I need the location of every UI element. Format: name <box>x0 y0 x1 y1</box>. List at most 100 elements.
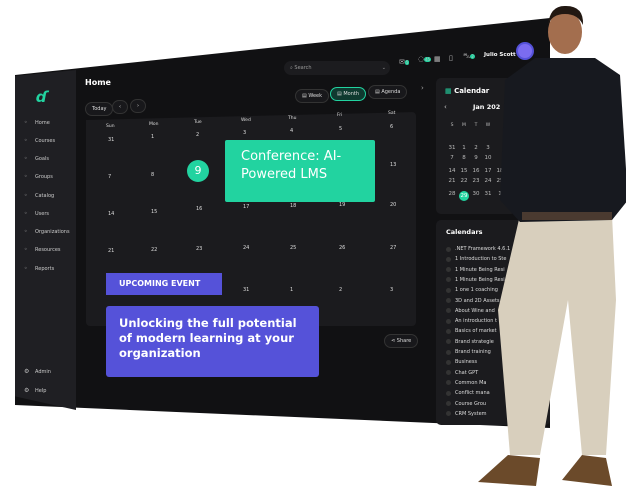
calendar-day[interactable]: 25 <box>290 245 296 251</box>
mini-weekday: M <box>462 123 466 128</box>
mini-day[interactable]: 15 <box>459 168 469 174</box>
calendar-day[interactable]: 2 <box>196 132 199 138</box>
badge: 5 <box>404 60 410 65</box>
sidebar-item-organizations[interactable]: ◦ Organizations <box>24 228 70 235</box>
checkbox[interactable] <box>446 246 451 252</box>
checkbox[interactable] <box>446 308 451 314</box>
calendar-day[interactable]: 19 <box>339 202 345 208</box>
groups-icon: ◦ <box>24 173 28 180</box>
calendar-day[interactable]: 17 <box>243 204 249 210</box>
pants <box>498 215 616 455</box>
calendar-day[interactable]: 16 <box>196 206 202 212</box>
sidebar-item-users[interactable]: ◦ Users <box>24 210 49 217</box>
checkbox[interactable] <box>446 267 451 273</box>
help-icon: ⚙ <box>24 387 30 394</box>
weekday-header: Sun <box>106 124 115 129</box>
calendar-day[interactable]: 22 <box>151 247 157 253</box>
checkbox[interactable] <box>446 328 451 334</box>
next-button[interactable]: › <box>130 99 146 113</box>
month-view-button[interactable]: ▤ Month <box>330 87 366 101</box>
collapse-panel-button[interactable]: › <box>421 84 424 92</box>
chat-icon[interactable]: ◌45 <box>418 55 432 63</box>
weekday-header: Mon <box>149 122 159 127</box>
calendar-day[interactable]: 27 <box>390 245 396 251</box>
mini-day-selected[interactable]: 29 <box>459 191 469 201</box>
weekday-header: Wed <box>241 118 251 123</box>
mini-day[interactable]: 8 <box>459 155 469 161</box>
badge: 45 <box>424 57 432 62</box>
calendar-day[interactable]: 5 <box>339 126 342 132</box>
calendar-day[interactable]: 24 <box>243 245 249 251</box>
belt <box>522 212 612 220</box>
mini-day[interactable]: 31 <box>447 145 457 151</box>
calendar-day[interactable]: 26 <box>339 245 345 251</box>
checkbox[interactable] <box>446 277 451 283</box>
checkbox[interactable] <box>446 359 451 365</box>
mini-day[interactable]: 28 <box>447 191 457 197</box>
today-button[interactable]: Today <box>85 102 114 116</box>
sidebar-item-goals[interactable]: ◦ Goals <box>24 155 49 162</box>
notifications-icon[interactable]: ✉5 <box>399 58 410 66</box>
headline-card: Unlocking the full potential of modern l… <box>106 306 319 377</box>
calendar-icon[interactable]: ▦ <box>434 55 441 63</box>
checkbox[interactable] <box>446 401 451 406</box>
calendar-day[interactable]: 6 <box>390 124 393 130</box>
mini-day[interactable]: 7 <box>447 155 457 161</box>
sidebar-item-courses[interactable]: ◦ Courses <box>24 137 55 144</box>
sidebar-item-groups[interactable]: ◦ Groups <box>24 173 53 180</box>
checkbox[interactable] <box>446 370 451 376</box>
calendar-day[interactable]: 3 <box>243 130 246 136</box>
calendar-day[interactable]: 1 <box>151 134 154 140</box>
prev-button[interactable]: ‹ <box>112 100 128 114</box>
calendar-day[interactable]: 21 <box>108 248 114 254</box>
mini-prev-button[interactable]: ‹ <box>444 103 447 111</box>
page-title: Home <box>85 78 111 87</box>
event-date-badge: 9 <box>187 160 209 182</box>
calendar-day[interactable]: 20 <box>390 202 396 208</box>
calendar-day[interactable]: 4 <box>290 128 293 134</box>
calendar-day[interactable]: 8 <box>151 172 154 178</box>
checkbox[interactable] <box>446 380 451 386</box>
calendar-day[interactable]: 14 <box>108 211 114 217</box>
calendar-day[interactable]: 1 <box>290 287 293 293</box>
calendar-day[interactable]: 31 <box>108 137 114 143</box>
mini-day[interactable]: 1 <box>459 145 469 151</box>
sidebar-item-home[interactable]: ◦ Home <box>24 119 50 126</box>
catalog-icon: ◦ <box>24 192 28 199</box>
calendar-day[interactable]: 31 <box>243 287 249 293</box>
checkbox[interactable] <box>446 298 451 303</box>
home-icon: ◦ <box>24 119 28 126</box>
chevron-down-icon[interactable]: ⌄ <box>382 65 386 71</box>
week-view-button[interactable]: ▤ Week <box>295 89 330 103</box>
checkbox[interactable] <box>446 256 451 262</box>
checkbox[interactable] <box>446 390 451 396</box>
calendar-day[interactable]: 15 <box>151 209 157 215</box>
calendar-day[interactable]: 3 <box>390 287 393 293</box>
calendar-day[interactable]: 23 <box>196 246 202 252</box>
calendar-day[interactable]: 7 <box>108 174 111 180</box>
calendar-icon: ▦ <box>445 87 455 95</box>
calendar-day[interactable]: 13 <box>390 162 396 168</box>
calendar-day[interactable]: 18 <box>290 203 296 209</box>
agenda-view-button[interactable]: ▤ Agenda <box>368 85 408 99</box>
mini-day[interactable]: 22 <box>459 178 469 184</box>
sidebar-item-admin[interactable]: ⚙ Admin <box>24 368 51 375</box>
sidebar-item-resources[interactable]: ◦ Resources <box>24 246 61 253</box>
clipboard-icon[interactable]: ▯ <box>449 54 453 62</box>
checkbox[interactable] <box>446 411 451 417</box>
shoe <box>478 455 540 486</box>
mini-day[interactable]: 14 <box>447 168 457 174</box>
checkbox[interactable] <box>446 339 451 345</box>
mini-weekday: S <box>450 123 454 128</box>
reports-icon: ◦ <box>24 265 28 272</box>
sidebar-item-catalog[interactable]: ◦ Catalog <box>24 192 54 199</box>
search-input[interactable]: ⌕ Search ⌄ <box>284 61 390 75</box>
calendar-day[interactable]: 2 <box>339 287 342 293</box>
share-button[interactable]: ⋖ Share <box>384 334 419 348</box>
sidebar-item-reports[interactable]: ◦ Reports <box>24 265 54 272</box>
mini-day[interactable]: 21 <box>447 178 457 184</box>
checkbox[interactable] <box>446 318 451 324</box>
checkbox[interactable] <box>446 349 451 355</box>
checkbox[interactable] <box>446 287 451 293</box>
sidebar-item-help[interactable]: ⚙ Help <box>24 387 46 394</box>
